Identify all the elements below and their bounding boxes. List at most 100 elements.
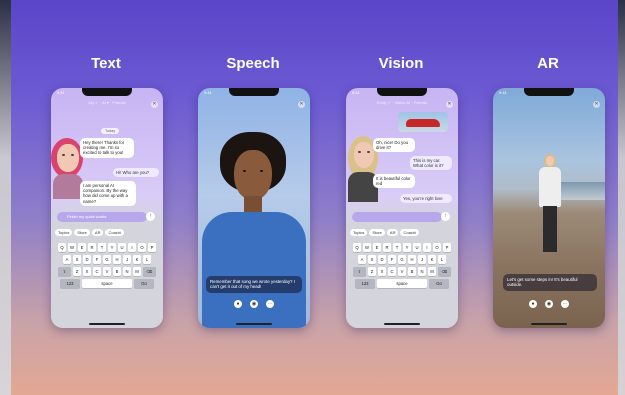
avatar-eye [367, 151, 370, 153]
key[interactable]: I [128, 243, 136, 252]
key[interactable]: V [103, 267, 111, 276]
key[interactable]: Z [73, 267, 81, 276]
key[interactable]: U [118, 243, 126, 252]
key[interactable]: M [428, 267, 436, 276]
chip-ar[interactable]: AR [91, 229, 104, 236]
numbers-key[interactable]: 123 [355, 279, 375, 288]
key[interactable]: J [123, 255, 131, 264]
key[interactable]: M [133, 267, 141, 276]
key[interactable]: V [398, 267, 406, 276]
avatar [57, 144, 79, 172]
key[interactable]: W [68, 243, 76, 252]
chat-bubble: Hi! Who are you? [113, 168, 159, 178]
key[interactable]: Z [368, 267, 376, 276]
camera-icon[interactable]: ◉ [250, 300, 258, 308]
avatar [546, 156, 554, 166]
key[interactable]: P [443, 243, 451, 252]
key-row: QWERTYUIOP [51, 243, 163, 252]
key[interactable]: O [433, 243, 441, 252]
key[interactable]: Q [353, 243, 361, 252]
key[interactable]: N [418, 267, 426, 276]
key[interactable]: B [113, 267, 121, 276]
key[interactable]: J [418, 255, 426, 264]
key[interactable]: D [378, 255, 386, 264]
key[interactable]: C [93, 267, 101, 276]
backspace-key[interactable]: ⌫ [143, 267, 156, 276]
message-input[interactable] [352, 212, 442, 222]
backspace-key[interactable]: ⌫ [438, 267, 451, 276]
key[interactable]: U [413, 243, 421, 252]
close-icon[interactable]: ✕ [593, 101, 600, 108]
send-icon[interactable]: ↑ [146, 212, 155, 221]
key[interactable]: Q [58, 243, 66, 252]
key[interactable]: L [143, 255, 151, 264]
key[interactable]: C [388, 267, 396, 276]
key[interactable]: L [438, 255, 446, 264]
numbers-key[interactable]: 123 [60, 279, 80, 288]
chip-store[interactable]: Store [74, 229, 90, 236]
shift-key[interactable]: ⇧ [353, 267, 366, 276]
chat-header[interactable]: Lily ✓ · Ai ▾ · Friends [51, 100, 163, 105]
chip-coaching[interactable]: Coachi [105, 229, 124, 236]
key[interactable]: T [98, 243, 106, 252]
key[interactable]: B [408, 267, 416, 276]
more-icon[interactable]: ⋯ [561, 300, 569, 308]
go-key[interactable]: Go [134, 279, 154, 288]
chip-topics[interactable]: Topics [350, 229, 368, 236]
key[interactable]: P [148, 243, 156, 252]
key[interactable]: A [358, 255, 366, 264]
chip-ar[interactable]: AR [386, 229, 399, 236]
key[interactable]: X [378, 267, 386, 276]
key[interactable]: A [63, 255, 71, 264]
key[interactable]: F [388, 255, 396, 264]
key-row: 123 space Go [51, 279, 163, 288]
avatar-eye [358, 151, 361, 153]
close-icon[interactable]: ✕ [446, 101, 453, 108]
chat-header[interactable]: Emily ✓ · Vision AI · Friends [346, 100, 458, 105]
key[interactable]: G [398, 255, 406, 264]
key[interactable]: G [103, 255, 111, 264]
key[interactable]: O [138, 243, 146, 252]
key[interactable]: I [423, 243, 431, 252]
key[interactable]: K [133, 255, 141, 264]
key[interactable]: E [78, 243, 86, 252]
key[interactable]: F [93, 255, 101, 264]
key[interactable]: R [383, 243, 391, 252]
vision-phone: 9:41 Emily ✓ · Vision AI · Friends ✕ Oh,… [346, 88, 458, 328]
space-key[interactable]: space [82, 279, 132, 288]
mic-icon[interactable]: ● [529, 300, 537, 308]
key[interactable]: W [363, 243, 371, 252]
space-key[interactable]: space [377, 279, 427, 288]
notch [524, 88, 574, 96]
stage: Text Speech Vision AR 9:41 Lily ✓ · Ai ▾… [0, 0, 625, 395]
keyboard: QWERTYUIOP ASDFGHJKL ⇧ Z X C V B N M ⌫ 123 space G… [51, 240, 163, 328]
camera-icon[interactable]: ◉ [545, 300, 553, 308]
key[interactable]: E [373, 243, 381, 252]
key[interactable]: T [393, 243, 401, 252]
car-photo[interactable] [398, 112, 448, 132]
go-key[interactable]: Go [429, 279, 449, 288]
close-icon[interactable]: ✕ [298, 101, 305, 108]
shift-key[interactable]: ⇧ [58, 267, 71, 276]
chip-store[interactable]: Store [369, 229, 385, 236]
key[interactable]: K [428, 255, 436, 264]
chip-topics[interactable]: Topics [55, 229, 73, 236]
avatar-legs [543, 206, 557, 252]
more-icon[interactable]: ⋯ [266, 300, 274, 308]
send-icon[interactable]: ↑ [441, 212, 450, 221]
chip-coaching[interactable]: Coachi [400, 229, 419, 236]
text-phone: 9:41 Lily ✓ · Ai ▾ · Friends ✕ Today Hey… [51, 88, 163, 328]
key[interactable]: S [368, 255, 376, 264]
key[interactable]: N [123, 267, 131, 276]
key[interactable]: Y [108, 243, 116, 252]
message-input[interactable]: Finish my quick words [57, 212, 147, 222]
key[interactable]: S [73, 255, 81, 264]
key[interactable]: H [408, 255, 416, 264]
key[interactable]: X [83, 267, 91, 276]
key[interactable]: R [88, 243, 96, 252]
close-icon[interactable]: ✕ [151, 101, 158, 108]
key[interactable]: D [83, 255, 91, 264]
key[interactable]: Y [403, 243, 411, 252]
key[interactable]: H [113, 255, 121, 264]
mic-icon[interactable]: ● [234, 300, 242, 308]
